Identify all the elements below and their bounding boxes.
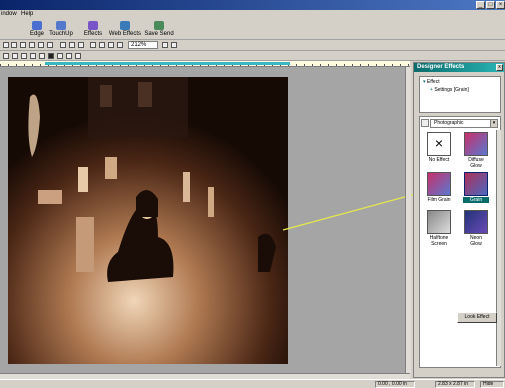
zoom-out-icon[interactable] [117, 42, 123, 48]
align-icon[interactable] [12, 53, 18, 59]
category-select[interactable]: Photographic ▾ [430, 119, 498, 128]
panel-close-button[interactable]: x [496, 64, 503, 71]
tree-expand-icon: ▾ [423, 79, 426, 85]
line-tool-icon[interactable] [60, 42, 66, 48]
effect-label: Film Grain [427, 197, 451, 203]
text-tool-icon[interactable] [20, 42, 26, 48]
grain-icon[interactable] [464, 172, 488, 196]
fill-icon[interactable] [30, 53, 36, 59]
effects-button[interactable]: Effects [76, 21, 110, 39]
opacity-icon[interactable] [57, 53, 63, 59]
grid-icon[interactable] [3, 53, 9, 59]
touchup-label: TouchUp [49, 31, 73, 37]
save-send-button[interactable]: Save Send [142, 21, 176, 39]
status-coords: 0.00 , 0.00 in [375, 381, 415, 388]
designer-effects-panel: Designer Effects x ▾ Effect + Settings [… [413, 62, 505, 378]
graveyard-photo [8, 77, 288, 364]
main-toolbar: Edge TouchUp Effects Web Effects Save Se… [0, 20, 505, 40]
halftone-screen-icon[interactable] [427, 210, 451, 234]
touchup-icon [56, 21, 66, 30]
outline-icon[interactable] [39, 53, 45, 59]
effect-label-selected: Grain [463, 197, 489, 203]
format-toolbar [0, 51, 505, 61]
neon-glow-icon[interactable] [464, 210, 488, 234]
tools-toolbar: 212% [0, 40, 505, 51]
ruler-selection-indicator [45, 62, 290, 65]
arrow-tool-icon[interactable] [78, 42, 84, 48]
group-icon[interactable] [75, 53, 81, 59]
tree-item-settings[interactable]: + Settings [Grain] [430, 87, 469, 93]
panel-title: Designer Effects [414, 63, 504, 72]
effects-gallery: Photographic ▾ × No Effect Diffuse Glow … [419, 116, 501, 368]
app-window: _ □ × indow Help Edge TouchUp Effects We… [0, 0, 505, 388]
actual-size-icon[interactable] [171, 42, 177, 48]
edge-icon [32, 21, 42, 30]
status-view[interactable]: Hide [480, 381, 504, 388]
web-effects-icon [120, 21, 130, 30]
tree-item-effect[interactable]: ▾ Effect [423, 79, 440, 85]
effect-tree: ▾ Effect + Settings [Grain] [419, 76, 501, 113]
vertical-scrollbar[interactable] [405, 67, 411, 377]
paint-tool-icon[interactable] [29, 42, 35, 48]
crop-tool-icon[interactable] [11, 42, 17, 48]
edge-label: Edge [29, 31, 44, 37]
effect-label: Halftone Screen [429, 235, 449, 247]
minimize-button[interactable]: _ [476, 1, 485, 9]
status-size: 2.83 x 2.87 in [435, 381, 475, 388]
zoom-select[interactable]: 212% [128, 41, 158, 49]
arrange-icon[interactable] [66, 53, 72, 59]
effect-label: Diffuse Glow [468, 157, 484, 169]
menu-window[interactable]: indow [1, 11, 17, 17]
save-send-label: Save Send [144, 31, 174, 37]
effects-label: Effects [83, 31, 103, 37]
menu-help[interactable]: Help [21, 11, 33, 17]
redo-icon[interactable] [47, 42, 53, 48]
photo-image[interactable] [8, 77, 288, 364]
undo-icon[interactable] [38, 42, 44, 48]
tree-bullet-icon: + [430, 87, 433, 93]
rectangle-tool-icon[interactable] [90, 42, 96, 48]
maximize-button[interactable]: □ [486, 1, 495, 9]
effects-icon [88, 21, 98, 30]
select-tool-icon[interactable] [3, 42, 9, 48]
effect-label: Neon Glow [470, 235, 482, 247]
fit-icon[interactable] [162, 42, 168, 48]
film-grain-icon[interactable] [427, 172, 451, 196]
gallery-view-icon[interactable] [421, 119, 429, 127]
zoom-in-icon[interactable] [108, 42, 114, 48]
save-send-icon [154, 21, 164, 30]
look-effect-button[interactable]: Look Effect [457, 312, 497, 323]
diffuse-glow-icon[interactable] [464, 132, 488, 156]
no-effect-icon[interactable]: × [427, 132, 451, 156]
close-button[interactable]: × [496, 1, 505, 9]
title-bar: _ □ × [0, 0, 505, 10]
shadow-icon[interactable] [48, 53, 54, 59]
web-effects-button[interactable]: Web Effects [108, 21, 142, 39]
menu-bar: indow Help [0, 10, 505, 20]
web-effects-label: Web Effects [108, 31, 142, 37]
effect-label: No Effect [428, 157, 450, 163]
ellipse-tool-icon[interactable] [99, 42, 105, 48]
shape-tool-icon[interactable] [69, 42, 75, 48]
color-icon[interactable] [21, 53, 27, 59]
touchup-button[interactable]: TouchUp [44, 21, 78, 39]
gallery-scrollbar[interactable] [496, 130, 501, 366]
status-bar: 0.00 , 0.00 in 2.83 x 2.87 in Hide [0, 379, 505, 388]
chevron-down-icon: ▾ [490, 120, 497, 127]
